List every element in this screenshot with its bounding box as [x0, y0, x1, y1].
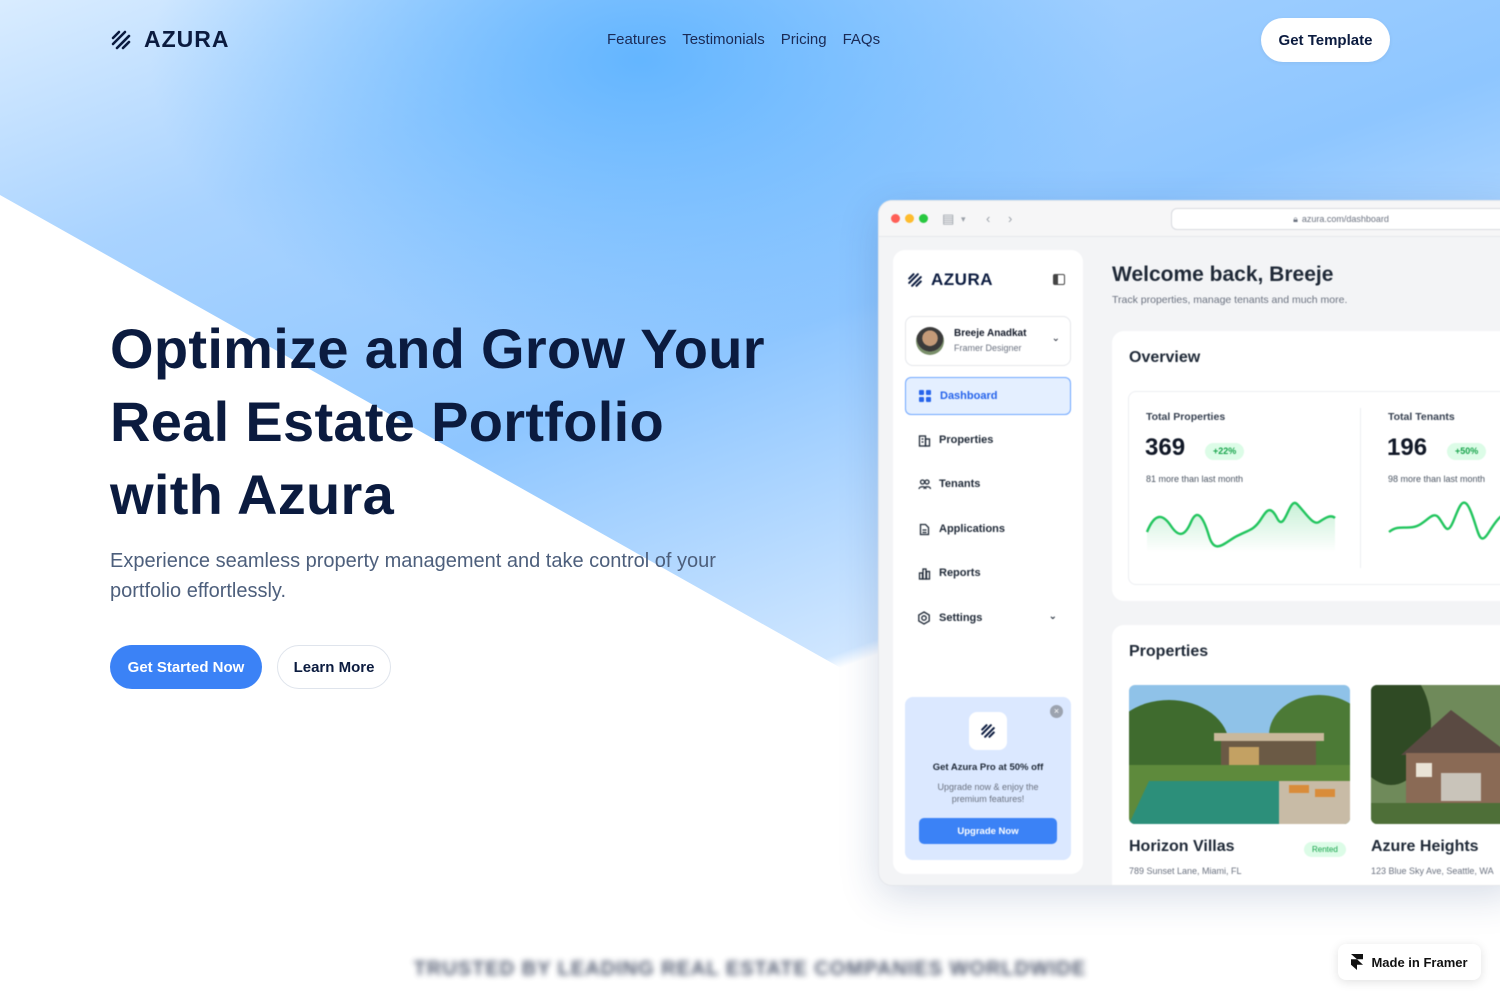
nav-features[interactable]: Features [607, 31, 666, 48]
sidebar-item-label: Settings [939, 612, 983, 624]
nav-testimonials[interactable]: Testimonials [682, 31, 765, 48]
azura-logo-icon [969, 712, 1007, 750]
chevron-down-icon: ▾ [961, 214, 966, 224]
user-profile-card: Breeje Anadkat Framer Designer ⌄ [905, 316, 1071, 366]
app-preview-window: ▤ ▾ ‹ › 🔒︎ azura.com/dashboard AZURA Bre… [878, 200, 1500, 886]
promo-text: Upgrade now & enjoy the premium features… [919, 781, 1057, 805]
sidebar-item-tenants: Tenants [905, 465, 1071, 503]
property-name: Horizon Villas [1129, 838, 1235, 855]
promo-text-line-2: premium features! [951, 794, 1025, 804]
forward-arrow-icon: › [1008, 211, 1013, 226]
sidebar-item-label: Dashboard [940, 390, 998, 402]
brand-logo[interactable]: AZURA [110, 26, 230, 53]
hero-title-line-2: Real Estate Portfolio [110, 390, 664, 453]
sidebar-brand-name: AZURA [931, 270, 993, 289]
gear-icon [917, 611, 931, 625]
stat-label: Total Properties [1146, 411, 1226, 423]
upgrade-now-button: Upgrade Now [919, 818, 1057, 844]
building-icon [917, 433, 931, 447]
document-icon [917, 522, 931, 536]
hero-title: Optimize and Grow Your Real Estate Portf… [110, 312, 850, 531]
trusted-by-heading: TRUSTED BY LEADING REAL ESTATE COMPANIES… [413, 958, 1087, 980]
hero-subtitle: Experience seamless property management … [110, 546, 830, 606]
stats-box: Total Properties 369 +22% 81 more than l… [1128, 391, 1500, 585]
back-arrow-icon: ‹ [986, 211, 991, 226]
stat-note: 81 more than last month [1146, 474, 1244, 484]
url-bar: 🔒︎ azura.com/dashboard [1171, 208, 1500, 230]
grid-icon [918, 389, 932, 403]
sidebar-item-label: Tenants [939, 478, 981, 490]
learn-more-button[interactable]: Learn More [277, 645, 391, 689]
welcome-title: Welcome back, Breeje [1112, 263, 1334, 286]
framer-logo-icon [1351, 954, 1364, 970]
sidebar-item-label: Properties [939, 434, 994, 446]
sidebar-item-label: Reports [939, 567, 981, 579]
azura-logo-icon [908, 273, 922, 287]
collapse-sidebar-icon [1053, 274, 1065, 285]
chevron-down-icon: ⌄ [1051, 333, 1060, 344]
stat-value: 196 [1387, 434, 1428, 461]
nav-faqs[interactable]: FAQs [843, 31, 881, 48]
maximize-dot-icon [919, 214, 928, 223]
sidebar-item-settings: Settings ⌄ [905, 599, 1071, 637]
sidebar-item-reports: Reports [905, 554, 1071, 592]
main-nav: Features Testimonials Pricing FAQs [607, 31, 880, 48]
sidebar-item-label: Applications [939, 523, 1006, 535]
stat-badge: +50% [1447, 443, 1487, 460]
welcome-subtitle: Track properties, manage tenants and muc… [1112, 294, 1348, 306]
azura-logo-icon [110, 29, 132, 51]
properties-card: Properties Horizon Villas Rented 789 Sun… [1112, 625, 1500, 885]
app-sidebar: AZURA Breeje Anadkat Framer Designer ⌄ D… [893, 250, 1083, 874]
promo-title: Get Azura Pro at 50% off [932, 762, 1044, 773]
status-badge: Rented [1304, 842, 1346, 857]
sidebar-toggle-icon: ▤ [942, 211, 955, 226]
stat-badge: +22% [1205, 443, 1245, 460]
made-in-framer-badge[interactable]: Made in Framer [1338, 944, 1481, 980]
lock-icon: 🔒︎ [1293, 213, 1298, 224]
sidebar-item-applications: Applications [905, 510, 1071, 548]
stat-total-properties: Total Properties 369 +22% 81 more than l… [1129, 392, 1349, 586]
user-name: Breeje Anadkat [954, 328, 1027, 339]
framer-badge-label: Made in Framer [1371, 954, 1468, 970]
overview-title: Overview [1129, 349, 1201, 366]
hero-subtitle-line-2: portfolio effortlessly. [110, 580, 287, 602]
bar-chart-icon [917, 566, 931, 580]
sidebar-item-properties: Properties [905, 421, 1071, 459]
promo-text-line-1: Upgrade now & enjoy the [937, 782, 1039, 792]
chevron-down-icon: ⌄ [1048, 611, 1057, 622]
upgrade-promo-card: × Get Azura Pro at 50% off Upgrade now &… [905, 697, 1071, 860]
get-template-button[interactable]: Get Template [1261, 18, 1390, 62]
stat-divider [1360, 408, 1361, 568]
user-role: Framer Designer [954, 343, 1022, 353]
property-address: 789 Sunset Lane, Miami, FL [1129, 866, 1242, 876]
minimize-dot-icon [905, 214, 914, 223]
stat-total-tenants: Total Tenants 196 +50% 98 more than last… [1371, 392, 1500, 586]
sidebar-logo: AZURA [907, 270, 993, 290]
browser-titlebar: ▤ ▾ ‹ › 🔒︎ azura.com/dashboard [879, 201, 1500, 237]
close-icon: × [1050, 705, 1063, 718]
hero-title-line-3: with Azura [110, 463, 395, 526]
url-text: azura.com/dashboard [1301, 214, 1389, 224]
sidebar-item-dashboard: Dashboard [905, 377, 1071, 415]
stat-value: 369 [1145, 434, 1186, 461]
property-image-azure-heights [1371, 685, 1500, 824]
sparkline-tenants [1388, 501, 1500, 540]
brand-name: AZURA [144, 26, 230, 52]
property-address: 123 Blue Sky Ave, Seattle, WA [1371, 866, 1494, 876]
close-dot-icon [891, 214, 900, 223]
property-image-horizon-villas [1129, 685, 1350, 824]
property-name: Azure Heights [1371, 838, 1479, 855]
avatar [916, 327, 944, 355]
overview-card: Overview Total Properties 369 +22% 81 mo… [1112, 331, 1500, 601]
sparkline-properties [1145, 501, 1336, 552]
properties-title: Properties [1129, 643, 1209, 660]
get-started-button[interactable]: Get Started Now [110, 645, 262, 689]
stat-label: Total Tenants [1388, 411, 1455, 423]
hero-title-line-1: Optimize and Grow Your [110, 317, 765, 380]
nav-pricing[interactable]: Pricing [781, 31, 827, 48]
users-icon [917, 477, 931, 491]
hero-subtitle-line-1: Experience seamless property management … [110, 550, 716, 572]
stat-note: 98 more than last month [1388, 474, 1486, 484]
